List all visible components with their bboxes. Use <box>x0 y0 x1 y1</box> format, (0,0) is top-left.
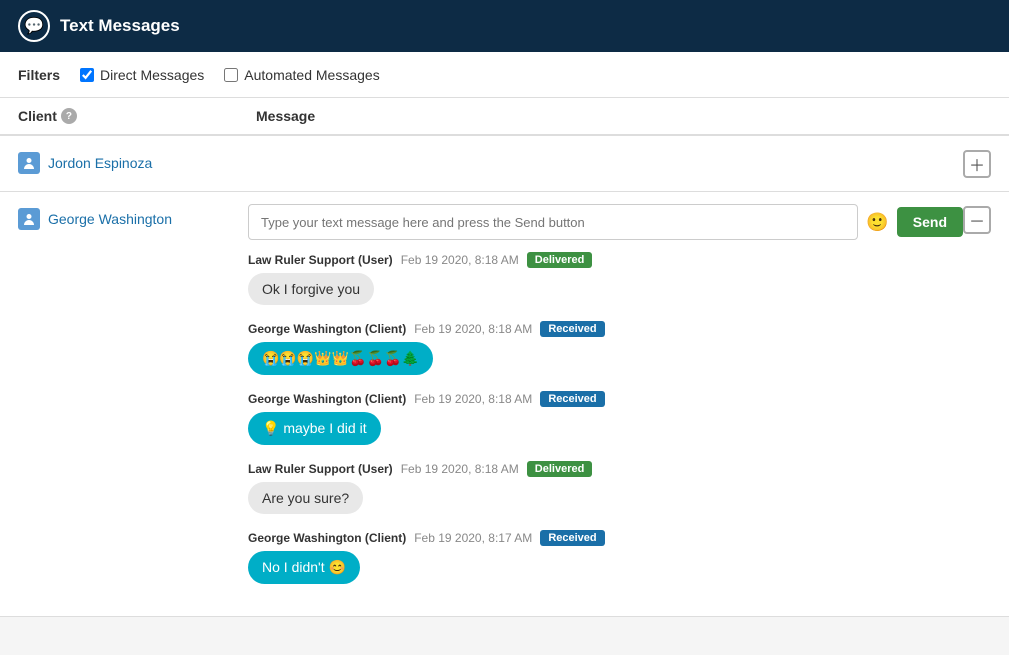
message-time: Feb 19 2020, 8:18 AM <box>414 392 532 406</box>
message-group: George Washington (Client) Feb 19 2020, … <box>248 530 963 584</box>
message-input[interactable] <box>248 204 858 240</box>
avatar <box>18 208 40 230</box>
expand-button[interactable]: ＋ <box>963 150 991 178</box>
message-sender: George Washington (Client) <box>248 531 406 545</box>
automated-messages-label: Automated Messages <box>244 67 379 83</box>
message-input-row: 🙂 Send <box>248 204 963 240</box>
message-time: Feb 19 2020, 8:18 AM <box>401 253 519 267</box>
message-sender: George Washington (Client) <box>248 392 406 406</box>
message-time: Feb 19 2020, 8:18 AM <box>401 462 519 476</box>
message-sender: Law Ruler Support (User) <box>248 462 393 476</box>
message-meta: Law Ruler Support (User) Feb 19 2020, 8:… <box>248 461 963 477</box>
message-meta: George Washington (Client) Feb 19 2020, … <box>248 530 963 546</box>
message-group: George Washington (Client) Feb 19 2020, … <box>248 321 963 375</box>
plus-icon: ＋ <box>969 152 985 176</box>
avatar <box>18 152 40 174</box>
message-bubble: No I didn't 😊 <box>248 551 360 584</box>
col-client-header: Client ? <box>18 108 248 124</box>
client-row: George Washington 🙂 Send Law Ruler Suppo… <box>0 192 1009 617</box>
client-help-icon[interactable]: ? <box>61 108 77 124</box>
message-time: Feb 19 2020, 8:17 AM <box>414 531 532 545</box>
client-name: Jordon Espinoza <box>48 155 152 171</box>
message-meta: George Washington (Client) Feb 19 2020, … <box>248 321 963 337</box>
send-button[interactable]: Send <box>897 207 963 237</box>
filters-label: Filters <box>18 67 60 83</box>
message-group: Law Ruler Support (User) Feb 19 2020, 8:… <box>248 461 963 514</box>
client-name-col: George Washington <box>18 204 248 230</box>
client-name: George Washington <box>48 211 172 227</box>
col-message-header: Message <box>256 108 991 124</box>
filters-bar: Filters Direct Messages Automated Messag… <box>0 52 1009 98</box>
message-meta: Law Ruler Support (User) Feb 19 2020, 8:… <box>248 252 963 268</box>
direct-messages-filter[interactable]: Direct Messages <box>80 67 204 83</box>
message-time: Feb 19 2020, 8:18 AM <box>414 322 532 336</box>
message-sender: Law Ruler Support (User) <box>248 253 393 267</box>
direct-messages-checkbox[interactable] <box>80 68 94 82</box>
client-row: Jordon Espinoza ＋ <box>0 136 1009 192</box>
status-badge: Received <box>540 530 604 546</box>
message-group: George Washington (Client) Feb 19 2020, … <box>248 391 963 445</box>
message-sender: George Washington (Client) <box>248 322 406 336</box>
status-badge: Delivered <box>527 461 593 477</box>
message-bubble: Are you sure? <box>248 482 363 514</box>
table-header: Client ? Message <box>0 98 1009 136</box>
message-meta: George Washington (Client) Feb 19 2020, … <box>248 391 963 407</box>
message-group: Law Ruler Support (User) Feb 19 2020, 8:… <box>248 252 963 305</box>
header-title: Text Messages <box>60 16 180 36</box>
automated-messages-checkbox[interactable] <box>224 68 238 82</box>
status-badge: Received <box>540 321 604 337</box>
messages-container: Law Ruler Support (User) Feb 19 2020, 8:… <box>248 252 963 584</box>
message-bubble: Ok I forgive you <box>248 273 374 305</box>
message-col: 🙂 Send Law Ruler Support (User) Feb 19 2… <box>248 204 963 600</box>
emoji-button[interactable]: 🙂 <box>866 212 888 233</box>
message-bubble: 😭😭😭👑👑🍒🍒🍒🌲 <box>248 342 433 375</box>
message-icon: 💬 <box>24 16 44 36</box>
collapse-button[interactable]: － <box>963 206 991 234</box>
client-list: Jordon Espinoza ＋ George Washington 🙂 Se… <box>0 136 1009 617</box>
header-icon: 💬 <box>18 10 50 42</box>
minus-icon: － <box>969 208 985 232</box>
message-bubble: 💡 maybe I did it <box>248 412 381 445</box>
header: 💬 Text Messages <box>0 0 1009 52</box>
automated-messages-filter[interactable]: Automated Messages <box>224 67 379 83</box>
status-badge: Received <box>540 391 604 407</box>
client-name-col: Jordon Espinoza <box>18 148 248 174</box>
status-badge: Delivered <box>527 252 593 268</box>
direct-messages-label: Direct Messages <box>100 67 204 83</box>
